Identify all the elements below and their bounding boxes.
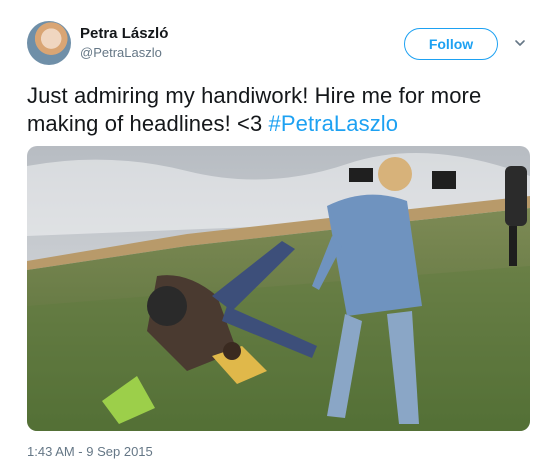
- tweet-text: Just admiring my handiwork! Hire me for …: [27, 82, 527, 138]
- display-name[interactable]: Petra László: [80, 25, 168, 42]
- tweet-photo[interactable]: [27, 146, 530, 431]
- tweet-body: Just admiring my handiwork! Hire me for …: [27, 83, 482, 136]
- timestamp[interactable]: 1:43 AM - 9 Sep 2015: [27, 444, 153, 459]
- hashtag-link[interactable]: #PetraLaszlo: [269, 111, 399, 136]
- handle[interactable]: @PetraLaszlo: [80, 45, 162, 60]
- avatar[interactable]: [27, 21, 71, 65]
- follow-button[interactable]: Follow: [404, 28, 498, 60]
- photo-scene: [27, 146, 530, 431]
- chevron-down-icon[interactable]: [513, 36, 527, 50]
